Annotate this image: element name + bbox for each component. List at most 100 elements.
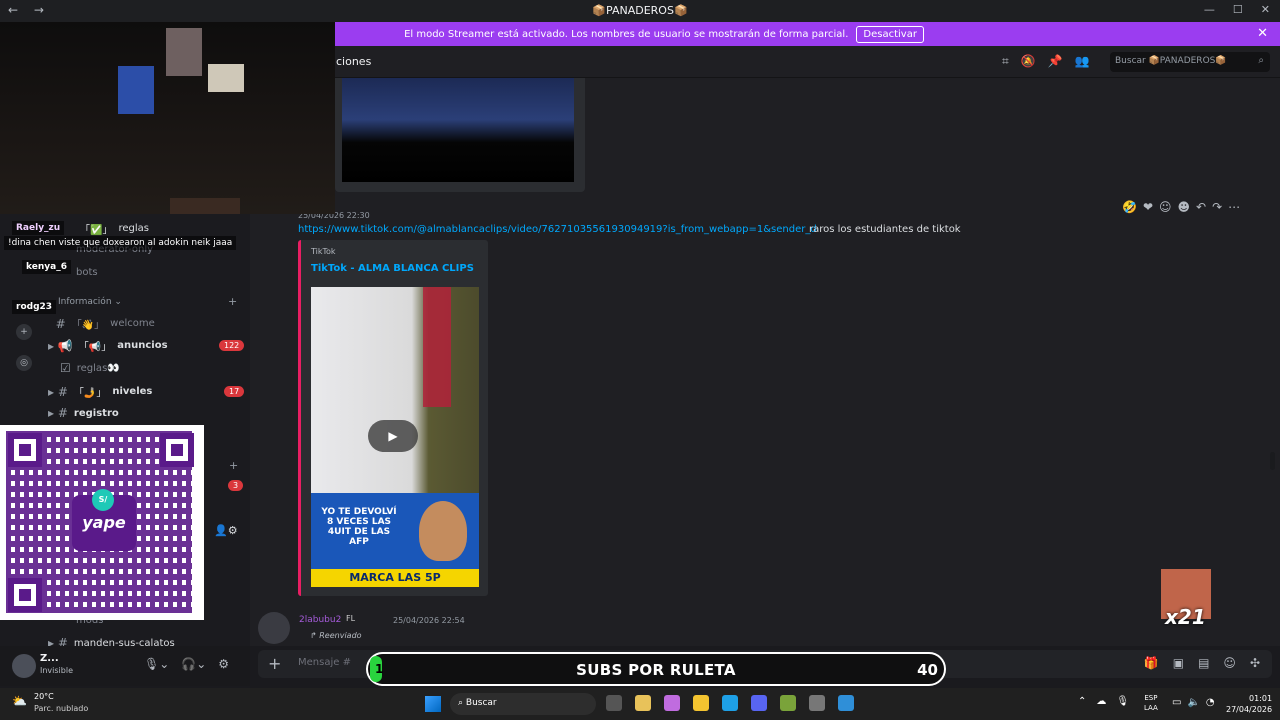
sticker-icon[interactable]: ▤ <box>1198 656 1209 670</box>
gear-icon[interactable]: ⚙ <box>218 657 229 671</box>
store-icon[interactable] <box>635 695 651 711</box>
tray-status[interactable]: ▭ 🔈 ◔ <box>1172 697 1215 708</box>
clock[interactable]: 01:01 27/04/2026 <box>1226 693 1272 715</box>
more-icon[interactable]: ⋯ <box>1228 200 1240 214</box>
taskbar-apps <box>606 695 854 711</box>
overlay-chat-user: rodg23 <box>12 300 57 314</box>
minimize-button[interactable]: — <box>1204 3 1215 16</box>
play-icon[interactable]: ▶ <box>368 420 418 452</box>
message-link[interactable]: https://www.tiktok.com/@almablancaclips/… <box>298 224 818 235</box>
app-icon[interactable] <box>838 695 854 711</box>
channel-label: anuncios <box>117 340 168 351</box>
channel-welcome[interactable]: # 「👋」 welcome <box>48 316 155 332</box>
yape-brand: yape <box>82 513 126 532</box>
search-input[interactable]: Buscar 📦PANADEROS📦 ⌕ <box>1110 52 1270 72</box>
subs-label: SUBS POR RULETA <box>576 661 736 679</box>
add-channel-icon[interactable]: + <box>229 459 238 472</box>
embed-title[interactable]: TikTok - ALMA BLANCA CLIPS <box>311 263 474 274</box>
headphones-icon[interactable]: 🎧⌄ <box>181 657 206 671</box>
settings-icon[interactable]: 👤⚙ <box>214 524 238 537</box>
add-server-icon[interactable]: + <box>16 324 32 340</box>
apps-icon[interactable]: ✣ <box>1250 656 1260 670</box>
language-indicator[interactable]: ESP LAA <box>1144 693 1158 713</box>
app-icon[interactable] <box>780 695 796 711</box>
wifi-icon: ▭ <box>1172 697 1182 708</box>
weather-icon[interactable]: ⛅ <box>12 694 27 708</box>
app-icon[interactable] <box>809 695 825 711</box>
header-toolbar: ⌗ 🔕 📌 👥 <box>1002 54 1090 69</box>
qr-finder <box>8 433 42 467</box>
windows-taskbar: ⛅ 20°C Parc. nublado ⌕ Buscar ⌃ ☁ 🎙 ESP … <box>0 688 1280 720</box>
video-attachment[interactable] <box>342 78 574 182</box>
folder-icon[interactable] <box>693 695 709 711</box>
task-view-icon[interactable] <box>606 695 622 711</box>
person-image <box>170 198 240 214</box>
reaction-icon[interactable]: 🤣 <box>1122 200 1137 214</box>
close-window-button[interactable]: ✕ <box>1261 3 1270 16</box>
microphone-icon[interactable]: 🎙⌄ <box>144 657 169 671</box>
channel-prefix: 「👋」 <box>71 320 105 331</box>
heart-icon[interactable]: ❤ <box>1143 200 1153 214</box>
scrollbar[interactable] <box>1270 452 1275 470</box>
channel-prefix: 「✅」 <box>80 225 113 236</box>
channel-anuncios[interactable]: ▸ 📢 「📢」 anuncios <box>48 338 168 354</box>
emote-count: x21 <box>1165 605 1206 629</box>
category-informacion[interactable]: Información ⌄ <box>58 297 122 307</box>
emoji-icon[interactable]: ☺ <box>1159 200 1172 214</box>
composer-placeholder: Mensaje # <box>298 657 351 668</box>
add-channel-icon[interactable]: + <box>228 295 237 308</box>
unread-badge: 122 <box>219 340 245 351</box>
maximize-button[interactable]: ☐ <box>1233 3 1243 16</box>
channel-reglas-eyes[interactable]: ☑ reglas👀 <box>60 361 120 375</box>
user-status: Invisible <box>40 666 73 675</box>
close-icon[interactable]: ✕ <box>1257 26 1268 41</box>
channel-niveles[interactable]: ▸ # 「🤳」 niveles <box>48 384 152 400</box>
qr-finder <box>8 578 42 612</box>
channel-registro[interactable]: ▸ # registro <box>48 406 119 420</box>
reply-icon[interactable]: ↶ <box>1196 200 1206 214</box>
unread-badge: 17 <box>224 386 245 397</box>
taskbar-search[interactable]: ⌕ Buscar <box>450 693 596 715</box>
volume-icon: 🔈 <box>1187 697 1200 708</box>
gif-icon[interactable]: ▣ <box>1173 656 1184 670</box>
window-controls: — ☐ ✕ <box>1204 3 1270 16</box>
add-attachment-icon[interactable]: + <box>268 654 281 673</box>
copilot-icon[interactable] <box>664 695 680 711</box>
discord-icon[interactable] <box>751 695 767 711</box>
add-reaction-icon[interactable]: ☻ <box>1178 200 1191 214</box>
gift-icon[interactable]: 🎁 <box>1144 656 1159 670</box>
chevron-up-icon[interactable]: ⌃ <box>1078 696 1086 707</box>
edge-icon[interactable] <box>722 695 738 711</box>
embed-video[interactable]: ▶ YO TE DEVOLVÍ 8 VECES LAS 4UIT DE LAS … <box>311 287 479 587</box>
channel-label: reglas👀 <box>76 362 120 374</box>
message-text: raros los estudiantes de tiktok <box>809 224 961 235</box>
message-author[interactable]: 2labubu2 <box>299 615 341 625</box>
channel-reglas[interactable]: 「✅」 reglas <box>80 221 149 236</box>
deactivate-button[interactable]: Desactivar <box>856 25 924 43</box>
pin-icon[interactable]: 📌 <box>1048 54 1063 69</box>
weather-condition: Parc. nublado <box>34 704 89 713</box>
start-button[interactable] <box>425 696 441 712</box>
poster-image <box>166 28 202 76</box>
forwarded-label: ↱ Reenviado <box>310 631 362 640</box>
mute-icon[interactable]: 🔕 <box>1021 54 1036 69</box>
window-title: 📦PANADEROS📦 <box>592 4 688 17</box>
microphone-icon[interactable]: 🎙 <box>1116 696 1129 707</box>
members-icon[interactable]: 👥 <box>1075 54 1090 69</box>
channel-label: reglas <box>118 223 149 234</box>
user-name[interactable]: Z... <box>40 653 59 664</box>
channel-bots[interactable]: bots <box>76 267 98 278</box>
avatar[interactable] <box>258 612 290 644</box>
avatar[interactable] <box>12 654 36 678</box>
cloud-icon[interactable]: ☁ <box>1096 696 1106 707</box>
forward-icon[interactable]: ↷ <box>1212 200 1222 214</box>
composer-tools: 🎁 ▣ ▤ ☺ ✣ <box>1144 656 1260 670</box>
unread-badge: 3 <box>228 480 244 491</box>
threads-icon[interactable]: ⌗ <box>1002 54 1009 69</box>
message-actions: 🤣 ❤ ☺ ☻ ↶ ↷ ⋯ <box>1122 200 1240 214</box>
whiteboard-image <box>311 287 479 493</box>
overlay-chat-message: !dina chen viste que doxearon al adokin … <box>4 236 237 250</box>
explore-icon[interactable]: ◎ <box>16 355 32 371</box>
channel-label: welcome <box>110 318 155 329</box>
emoji-icon[interactable]: ☺ <box>1223 656 1236 670</box>
